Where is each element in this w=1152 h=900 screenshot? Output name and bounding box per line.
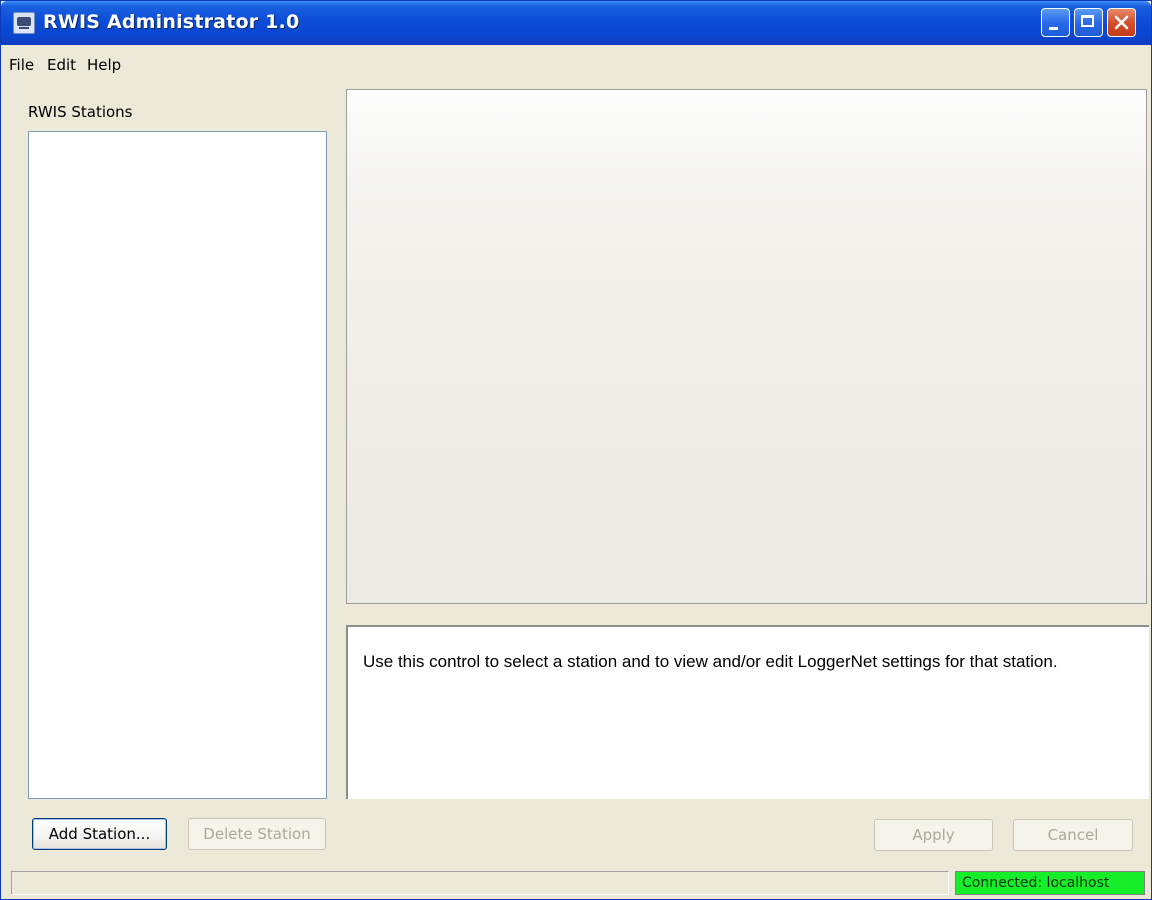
add-station-button[interactable]: Add Station...: [32, 818, 167, 850]
delete-station-button[interactable]: Delete Station: [188, 818, 326, 850]
apply-button[interactable]: Apply: [874, 819, 993, 851]
close-button[interactable]: [1107, 8, 1136, 37]
status-message: [11, 871, 949, 895]
window-title: RWIS Administrator 1.0: [43, 11, 300, 33]
menu-bar: File Edit Help: [1, 53, 1151, 79]
stations-list[interactable]: [28, 131, 327, 799]
description-panel: Use this control to select a station and…: [346, 625, 1149, 799]
stations-label: RWIS Stations: [28, 103, 133, 121]
app-icon[interactable]: [13, 12, 35, 34]
title-bar[interactable]: RWIS Administrator 1.0: [1, 1, 1151, 45]
maximize-button[interactable]: [1074, 8, 1103, 37]
connection-status: Connected: localhost: [955, 871, 1145, 895]
status-bar: Connected: localhost: [11, 869, 1149, 897]
cancel-button[interactable]: Cancel: [1013, 819, 1133, 851]
app-window: RWIS Administrator 1.0 File Edit Help RW…: [0, 0, 1152, 900]
minimize-button[interactable]: [1041, 8, 1070, 37]
description-text: Use this control to select a station and…: [363, 652, 1058, 671]
settings-panel: [346, 89, 1147, 604]
menu-help[interactable]: Help: [87, 56, 121, 74]
close-icon: [1114, 15, 1129, 30]
menu-edit[interactable]: Edit: [47, 56, 76, 74]
menu-file[interactable]: File: [9, 56, 34, 74]
